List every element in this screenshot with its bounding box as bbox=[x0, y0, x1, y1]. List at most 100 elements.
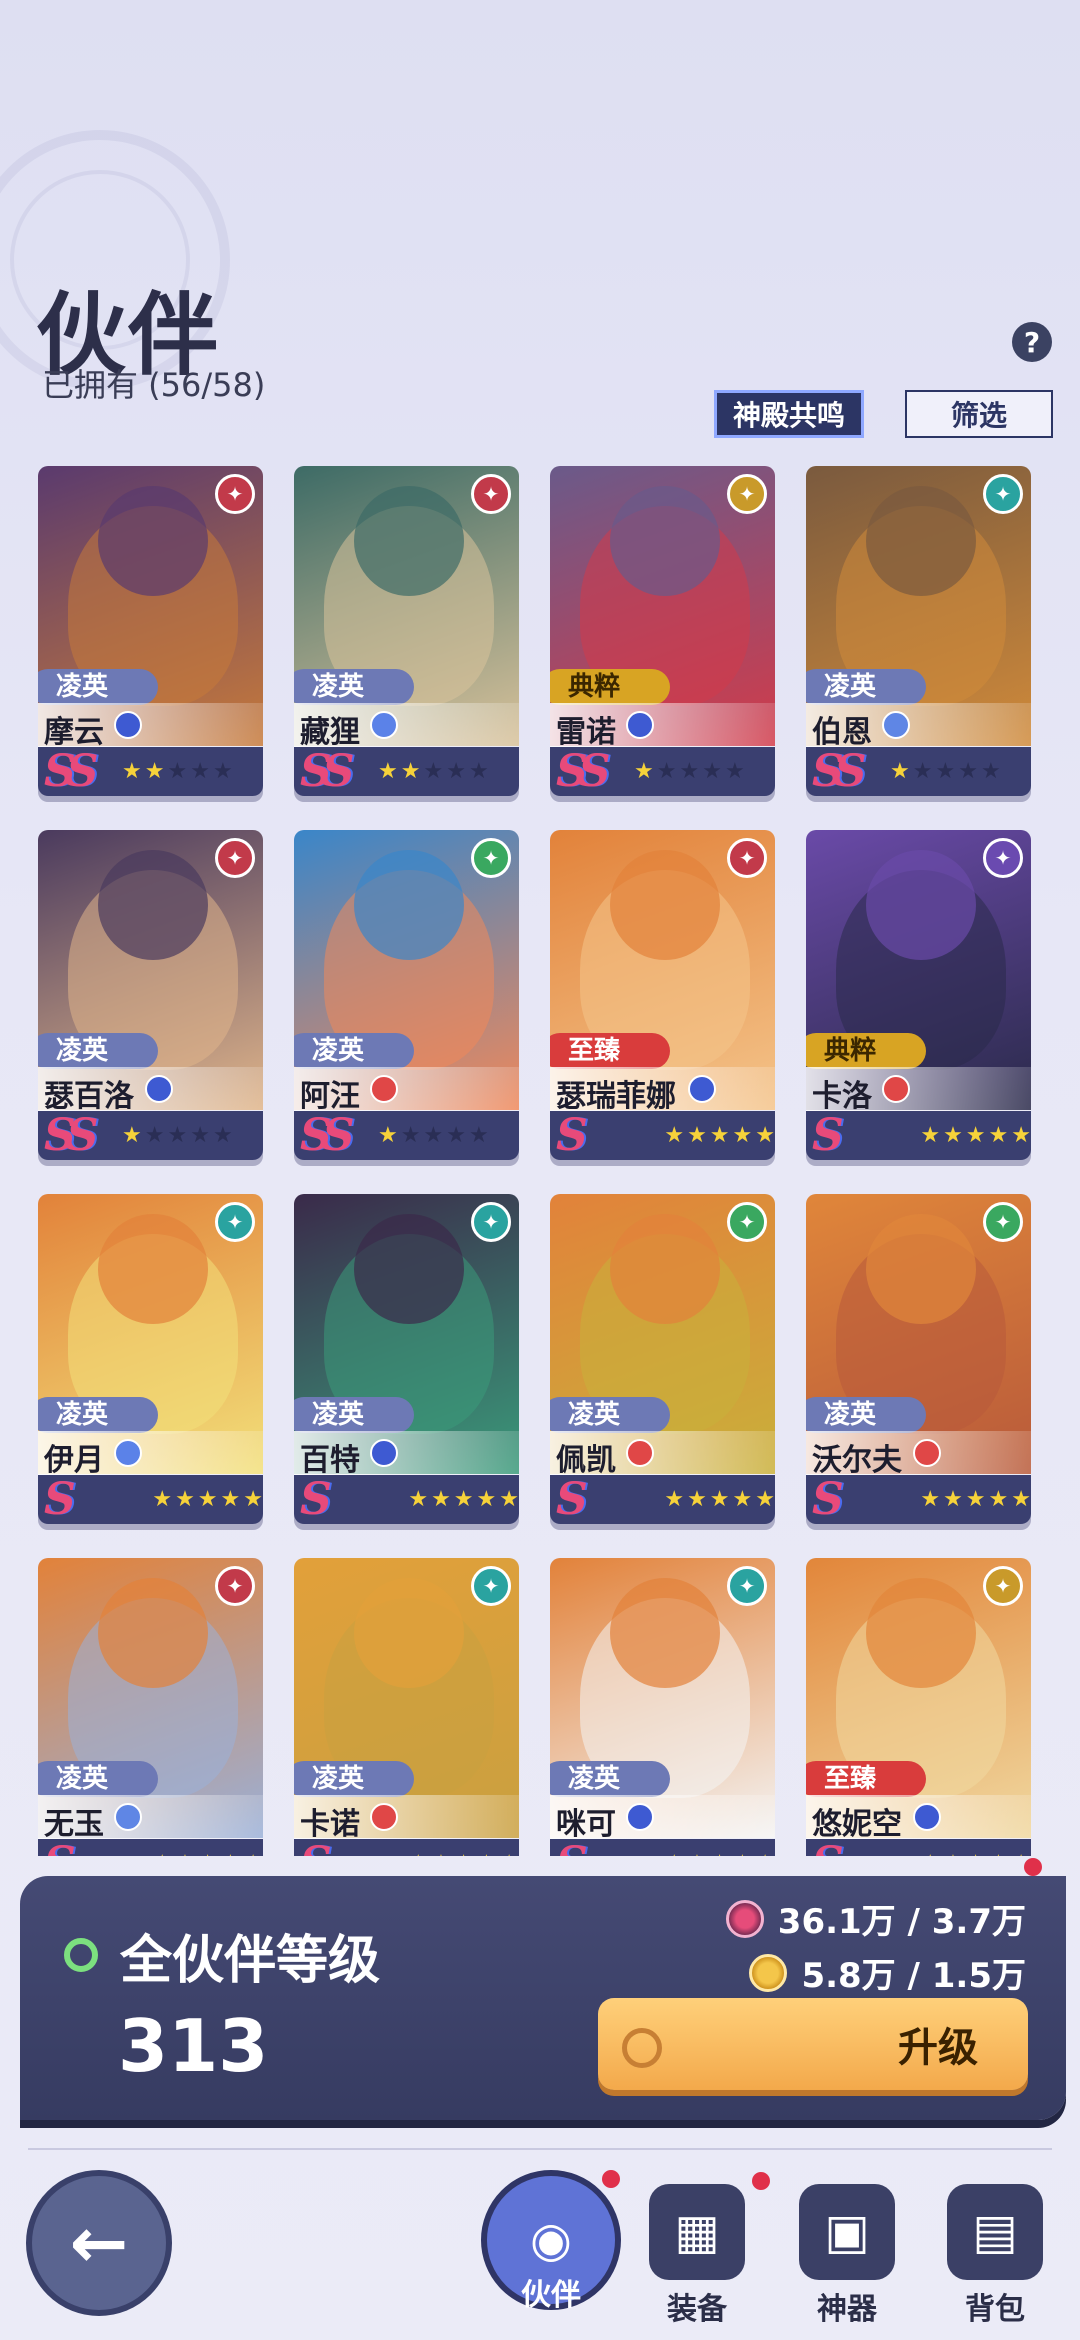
star-icon: ★ bbox=[499, 1852, 519, 1856]
owned-count: 已拥有 (56/58) bbox=[42, 366, 266, 404]
partner-card[interactable]: ✦ 凌英 卡诺 S ★★★★★ bbox=[294, 1558, 519, 1856]
nav-artifact[interactable]: ▣ 神器 bbox=[772, 2170, 922, 2340]
star-icon: ★ bbox=[634, 758, 654, 784]
star-rating: ★★★★★ bbox=[152, 1488, 263, 1511]
star-icon: ★ bbox=[943, 1852, 963, 1856]
armor-icon: ▦ bbox=[649, 2184, 745, 2280]
star-rating: ★★★★★ bbox=[378, 758, 489, 784]
partner-name: 伯恩 bbox=[812, 715, 872, 750]
grade-badge: SS bbox=[44, 746, 99, 796]
resource-row-1: 36.1万 / 3.7万 bbox=[725, 1894, 1026, 1943]
faction-icon: ✦ bbox=[215, 1566, 255, 1606]
rarity-badge: 至臻 bbox=[550, 1033, 670, 1069]
partner-name: 藏狸 bbox=[300, 715, 360, 750]
star-icon: ★ bbox=[989, 1852, 1009, 1856]
partner-card[interactable]: ✦ 凌英 瑟百洛 SS ★ ★ ★ ★ ★ bbox=[38, 830, 263, 1160]
helmet-icon: ▣ bbox=[799, 2184, 895, 2280]
grade-badge: S bbox=[300, 1474, 332, 1524]
name-bar: 悠妮空 bbox=[806, 1795, 1031, 1842]
grade-badge: S bbox=[812, 1838, 880, 1856]
faction-icon: ✦ bbox=[727, 1566, 767, 1606]
all-partner-level-panel: 全伙伴等级 313 36.1万 / 3.7万 5.8万 / 1.5万 升级 bbox=[20, 1858, 1066, 2120]
star-icon: ★ bbox=[122, 758, 142, 784]
nav-backpack[interactable]: ▤ 背包 bbox=[920, 2170, 1070, 2340]
partner-name: 摩云 bbox=[44, 715, 104, 750]
rarity-badge: 凌英 bbox=[550, 1761, 670, 1797]
grade-bar: S ★★★★★ bbox=[294, 1474, 519, 1524]
partner-name: 瑟瑞菲娜 bbox=[556, 1079, 676, 1114]
faction-icon: ✦ bbox=[215, 1202, 255, 1242]
partner-name: 卡洛 bbox=[812, 1079, 872, 1114]
star-icon: ★ bbox=[920, 1486, 941, 1512]
faction-icon: ✦ bbox=[471, 1202, 511, 1242]
class-icon bbox=[370, 1803, 398, 1831]
star-rating: ★★★★★ bbox=[408, 1852, 519, 1856]
status-ring-icon bbox=[64, 1938, 98, 1972]
name-bar: 伊月 bbox=[38, 1431, 263, 1478]
nav-equipment[interactable]: ▦ 装备 bbox=[622, 2170, 772, 2340]
grade-bar: SS ★ ★ ★ ★ ★ bbox=[550, 746, 775, 796]
partner-card[interactable]: ✦ 凌英 伯恩 SS ★ ★ ★ ★ ★ bbox=[806, 466, 1031, 796]
star-icon: ★ bbox=[733, 1852, 753, 1856]
star-icon: ★ bbox=[679, 758, 700, 784]
partner-name: 卡诺 bbox=[300, 1807, 360, 1842]
temple-resonance-button[interactable]: 神殿共鸣 bbox=[714, 390, 864, 438]
partner-card[interactable]: ✦ 凌英 咪可 S ★★★★★ bbox=[550, 1558, 775, 1856]
star-icon: ★ bbox=[190, 1122, 210, 1148]
partner-card[interactable]: ✦ 至臻 悠妮空 S ★★★★★ bbox=[806, 1558, 1031, 1856]
level-label: 全伙伴等级 bbox=[120, 1931, 381, 1991]
star-icon: ★ bbox=[423, 758, 444, 784]
partner-card[interactable]: ✦ 凌英 百特 S ★ ★ ★ ★ ★ bbox=[294, 1194, 519, 1524]
partner-card[interactable]: ✦ 典粹 卡洛 S ★ ★ ★ ★ ★ bbox=[806, 830, 1031, 1160]
star-icon: ★ bbox=[958, 758, 978, 784]
faction-icon: ✦ bbox=[215, 838, 255, 878]
partner-name: 无玉 bbox=[44, 1807, 104, 1842]
star-icon: ★ bbox=[453, 1486, 474, 1512]
nav-partner[interactable]: ◉ 伙伴 bbox=[476, 2170, 626, 2340]
grade-badge: S bbox=[556, 1110, 588, 1160]
soul-gem-icon bbox=[725, 1899, 764, 1938]
back-button[interactable]: ← bbox=[26, 2170, 172, 2316]
star-rating: ★★★★★ bbox=[890, 758, 1001, 784]
partner-card[interactable]: ✦ 至臻 瑟瑞菲娜 S ★ ★ ★ ★ ★ bbox=[550, 830, 775, 1160]
resource-row-2: 5.8万 / 1.5万 bbox=[749, 1948, 1026, 1997]
rarity-badge: 凌英 bbox=[550, 1397, 670, 1433]
faction-icon: ✦ bbox=[471, 1566, 511, 1606]
partner-card[interactable]: ✦ 凌英 佩凯 S ★ ★ ★ ★ ★ bbox=[550, 1194, 775, 1524]
star-icon: ★ bbox=[709, 1486, 730, 1512]
grade-bar: S ★★★★★ bbox=[38, 1474, 263, 1524]
resource-1-value: 36.1万 / 3.7万 bbox=[777, 1902, 1026, 1942]
star-icon: ★ bbox=[890, 758, 910, 784]
partner-card[interactable]: ✦ 凌英 阿汪 SS ★ ★ ★ ★ ★ bbox=[294, 830, 519, 1160]
partner-name: 咪可 bbox=[556, 1807, 616, 1842]
star-icon: ★ bbox=[755, 1852, 775, 1856]
partner-card[interactable]: ✦ 凌英 无玉 S ★★★★★ bbox=[38, 1558, 263, 1856]
faction-icon: ✦ bbox=[983, 838, 1023, 878]
faction-icon: ✦ bbox=[727, 838, 767, 878]
grade-bar: S ★★★★★ bbox=[550, 1474, 775, 1524]
name-bar: 佩凯 bbox=[550, 1431, 775, 1478]
level-value: 313 bbox=[118, 2004, 269, 2088]
star-icon: ★ bbox=[468, 1122, 489, 1148]
name-bar: 咪可 bbox=[550, 1795, 775, 1842]
partner-card[interactable]: ✦ 凌英 摩云 SS ★ ★ ★ ★ ★ bbox=[38, 466, 263, 796]
star-icon: ★ bbox=[988, 1122, 1009, 1148]
rarity-badge: 凌英 bbox=[38, 1761, 158, 1797]
class-icon bbox=[370, 1075, 398, 1103]
help-icon[interactable]: ? bbox=[1012, 322, 1052, 362]
star-icon: ★ bbox=[446, 1122, 466, 1148]
partner-card[interactable]: ✦ 凌英 伊月 S ★ ★ ★ ★ ★ bbox=[38, 1194, 263, 1524]
partner-card[interactable]: ✦ 典粹 雷诺 SS ★ ★ ★ ★ ★ bbox=[550, 466, 775, 796]
star-icon: ★ bbox=[965, 1122, 986, 1148]
filter-button[interactable]: 筛选 bbox=[905, 390, 1053, 438]
upgrade-button[interactable]: 升级 bbox=[598, 1998, 1028, 2090]
partner-name: 佩凯 bbox=[556, 1443, 616, 1478]
class-icon bbox=[882, 1075, 910, 1103]
grade-badge: S bbox=[44, 1474, 76, 1524]
rarity-badge: 凌英 bbox=[294, 1033, 414, 1069]
rarity-badge: 凌英 bbox=[38, 669, 158, 705]
star-icon: ★ bbox=[1011, 1122, 1031, 1148]
partner-card[interactable]: ✦ 凌英 藏狸 SS ★ ★ ★ ★ ★ bbox=[294, 466, 519, 796]
class-icon bbox=[626, 1439, 654, 1467]
partner-card[interactable]: ✦ 凌英 沃尔夫 S ★ ★ ★ ★ ★ bbox=[806, 1194, 1031, 1524]
